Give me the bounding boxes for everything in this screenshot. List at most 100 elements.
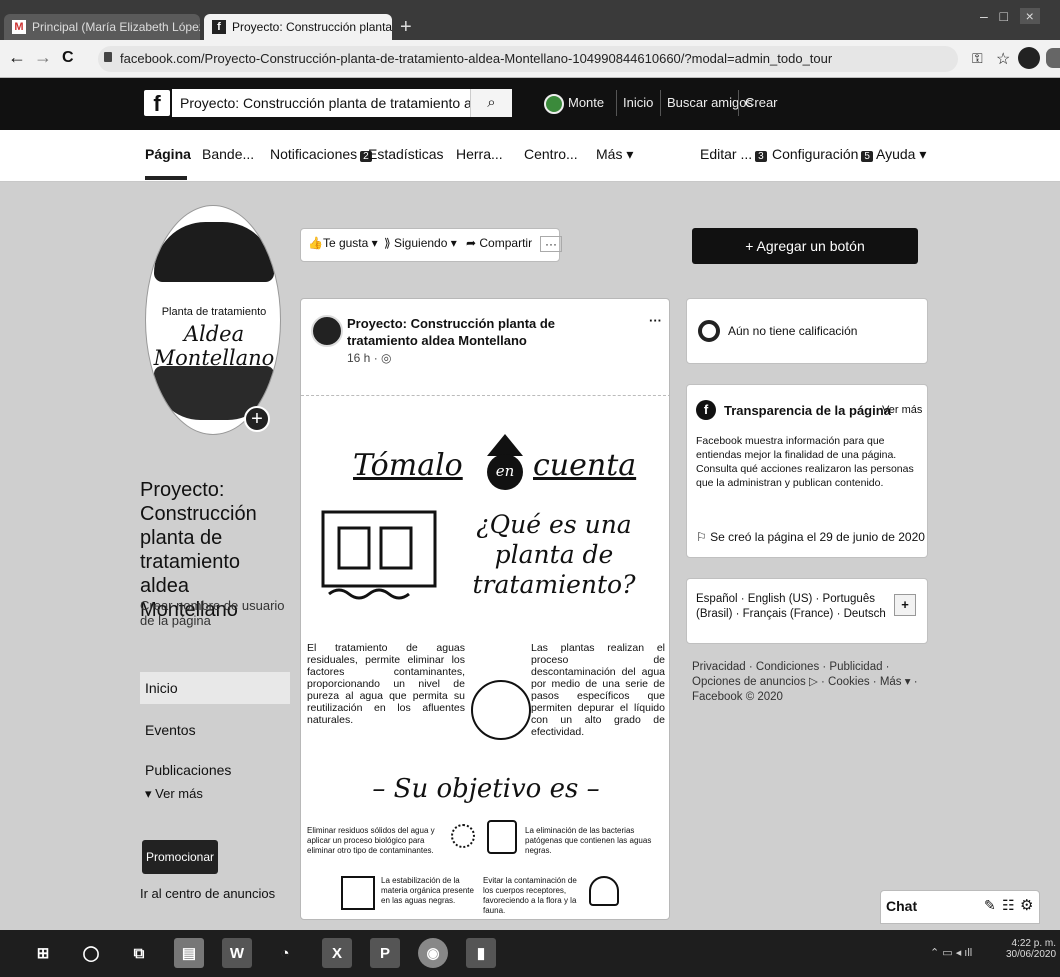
excel-icon[interactable]: X bbox=[322, 938, 352, 968]
tab-herramientas[interactable]: Herra... bbox=[456, 146, 503, 162]
tab-title: Proyecto: Construcción planta de bbox=[232, 20, 392, 34]
chat-label: Chat bbox=[886, 898, 918, 914]
post-author[interactable]: Proyecto: Construcción planta de tratami… bbox=[347, 315, 627, 349]
clock[interactable]: 4:22 p. m. 30/06/2020 bbox=[1006, 938, 1056, 960]
active-tab-indicator bbox=[145, 176, 187, 180]
tab-gmail[interactable]: M Principal (María Elizabeth López) × bbox=[4, 14, 200, 40]
water-drop-tip bbox=[487, 434, 523, 456]
tab-notificaciones[interactable]: Notificaciones 2 bbox=[270, 146, 372, 162]
sidebar-item-eventos[interactable]: Eventos bbox=[145, 722, 196, 738]
edit-badge: 3 bbox=[755, 151, 767, 162]
post-image[interactable]: en Tómalo cuenta ¿Qué es una planta de t… bbox=[301, 395, 669, 919]
logo-top-wave bbox=[154, 222, 274, 282]
globe-icon: ◎ bbox=[381, 351, 392, 365]
like-icon: 👍 bbox=[308, 236, 323, 250]
test-tube-icon bbox=[487, 820, 517, 854]
extension-icon[interactable] bbox=[1046, 48, 1060, 68]
forward-button[interactable]: → bbox=[34, 47, 52, 68]
minimize-button[interactable]: – bbox=[980, 8, 988, 24]
facebook-icon: f bbox=[212, 20, 226, 34]
treatment-plant-icon bbox=[321, 510, 437, 600]
create-username-link[interactable]: Crear nombre de usuario de la página bbox=[140, 598, 290, 628]
window-close-button[interactable]: × bbox=[1019, 8, 1040, 24]
tab-facebook[interactable]: f Proyecto: Construcción planta de × bbox=[204, 14, 392, 40]
created-label: Se creó la página el 29 de junio de 2020 bbox=[710, 530, 925, 544]
powerpoint-icon[interactable]: P bbox=[370, 938, 400, 968]
word-icon[interactable]: W bbox=[222, 938, 252, 968]
start-icon[interactable]: ⊞ bbox=[28, 938, 58, 968]
organic-matter-icon bbox=[341, 876, 375, 910]
post-time-label: 16 h · bbox=[347, 351, 382, 365]
reload-button[interactable]: C bbox=[62, 49, 74, 67]
cortana-icon[interactable]: ◯ bbox=[76, 938, 106, 968]
gmail-icon: M bbox=[12, 20, 26, 34]
rating-text: Aún no tiene calificación bbox=[728, 324, 858, 338]
add-button-cta[interactable]: + Agregar un botón bbox=[692, 228, 918, 264]
tab-estadisticas[interactable]: Estadísticas bbox=[368, 146, 443, 162]
facebook-logo-icon[interactable]: f bbox=[144, 90, 170, 116]
see-more-link[interactable]: ▾ Ver más bbox=[145, 786, 203, 802]
footer-links[interactable]: Privacidad · Condiciones · Publicidad · … bbox=[692, 660, 918, 705]
profile-avatar[interactable] bbox=[544, 94, 564, 114]
follow-button[interactable]: ⟫ Siguiendo ▾ bbox=[384, 236, 457, 250]
rating-icon bbox=[698, 320, 720, 342]
group-icon[interactable]: ☷ bbox=[1002, 897, 1015, 914]
task-view-icon[interactable]: ⧉ bbox=[124, 938, 154, 968]
search-input[interactable]: Proyecto: Construcción planta de tratami… bbox=[172, 89, 512, 117]
post-menu-icon[interactable]: ··· bbox=[649, 313, 662, 328]
transparency-text: Facebook muestra información para que en… bbox=[696, 435, 914, 489]
maximize-button[interactable]: □ bbox=[999, 8, 1007, 24]
chrome-icon[interactable]: ◉ bbox=[418, 938, 448, 968]
tab-bandeja[interactable]: Bande... bbox=[202, 146, 254, 162]
address-bar[interactable]: facebook.com/Proyecto-Construcción-plant… bbox=[98, 46, 958, 72]
like-button[interactable]: 👍Te gusta ▾ bbox=[308, 236, 378, 250]
heading-en: en bbox=[495, 462, 515, 480]
paragraph-left: El tratamiento de aguas residuales, perm… bbox=[307, 642, 465, 726]
new-message-icon[interactable]: ✎ bbox=[984, 897, 996, 914]
tray-icons[interactable]: ⌃ ▭ ◂ ıll bbox=[930, 946, 972, 959]
nav-home[interactable]: Inicio bbox=[616, 90, 653, 116]
page-created: ⚐ Se creó la página el 29 de junio de 20… bbox=[696, 530, 925, 544]
clock-date: 30/06/2020 bbox=[1006, 949, 1057, 960]
settings-button[interactable]: Configuración 5 bbox=[772, 146, 873, 162]
app-icon[interactable]: ◔ bbox=[270, 938, 300, 968]
sediment-icon bbox=[451, 824, 475, 848]
more-actions-button[interactable]: ··· bbox=[540, 236, 562, 252]
share-button[interactable]: ➦ Compartir bbox=[466, 236, 532, 250]
search-icon[interactable]: ⌕ bbox=[470, 89, 512, 117]
tab-pagina[interactable]: Página bbox=[145, 146, 191, 162]
logo-text-line2: Aldea Montellano bbox=[153, 322, 275, 370]
search-value: Proyecto: Construcción planta de tratami… bbox=[180, 95, 512, 111]
new-tab-button[interactable]: + bbox=[400, 16, 412, 39]
page-profile-picture[interactable]: Planta de tratamiento Aldea Montellano bbox=[145, 205, 281, 435]
sidebar-item-publicaciones[interactable]: Publicaciones bbox=[145, 762, 231, 778]
gear-icon[interactable]: ⚙ bbox=[1020, 896, 1033, 914]
objective-4: Evitar la contaminación de los cuerpos r… bbox=[483, 876, 577, 915]
transparency-title: Transparencia de la página bbox=[724, 403, 891, 418]
ads-center-link[interactable]: Ir al centro de anuncios bbox=[140, 886, 275, 901]
tab-label: Notificaciones bbox=[270, 146, 358, 162]
infographic-question: ¿Qué es una planta de tratamiento? bbox=[472, 510, 636, 599]
star-icon[interactable]: ☆ bbox=[996, 49, 1010, 69]
transparency-see-more[interactable]: Ver más bbox=[882, 404, 922, 416]
promote-button[interactable]: Promocionar bbox=[142, 840, 218, 874]
tab-mas[interactable]: Más ▾ bbox=[596, 146, 633, 163]
paragraph-right: Las plantas realizan el proceso de desco… bbox=[531, 642, 665, 738]
nav-create[interactable]: Crear bbox=[738, 90, 778, 116]
drop-leaf-icon bbox=[469, 640, 531, 750]
avatar[interactable] bbox=[1018, 47, 1040, 69]
add-language-button[interactable]: + bbox=[894, 594, 916, 616]
post-time[interactable]: 16 h · ◎ bbox=[347, 351, 392, 365]
sidebar-item-inicio[interactable]: Inicio bbox=[145, 680, 178, 696]
edit-page-button[interactable]: Editar ... 3 bbox=[700, 146, 767, 162]
key-icon[interactable]: ⚿ bbox=[972, 50, 983, 67]
help-menu[interactable]: Ayuda ▾ bbox=[876, 146, 926, 163]
file-explorer-icon[interactable]: ▤ bbox=[174, 938, 204, 968]
pdf-icon[interactable]: ▮ bbox=[466, 938, 496, 968]
add-photo-icon[interactable]: + bbox=[244, 406, 270, 432]
tab-centro[interactable]: Centro... bbox=[524, 146, 578, 162]
post-author-avatar[interactable] bbox=[311, 315, 343, 347]
back-button[interactable]: ← bbox=[8, 47, 26, 68]
languages-list[interactable]: Español · English (US) · Português (Bras… bbox=[696, 592, 892, 622]
nav-profile[interactable]: Monte bbox=[568, 90, 604, 116]
